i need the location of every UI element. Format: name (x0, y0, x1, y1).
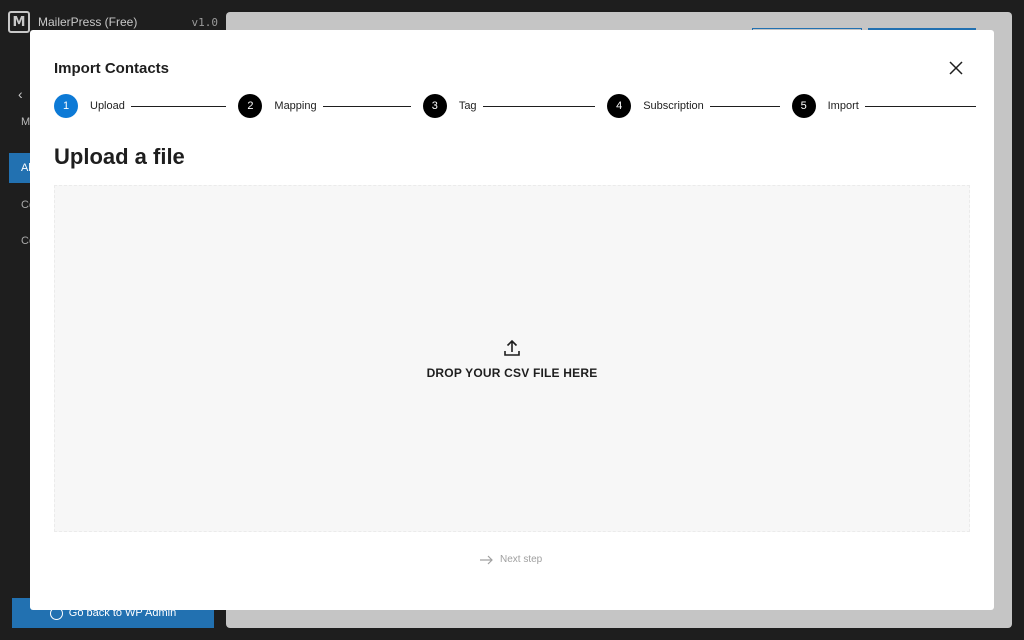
back-chevron-icon[interactable]: ‹ (18, 86, 23, 102)
step-number: 5 (791, 94, 816, 118)
sidebar-heading: M (21, 116, 31, 128)
arrow-right-icon (480, 555, 493, 564)
csv-dropzone[interactable]: DROP YOUR CSV FILE HERE (54, 185, 970, 532)
upload-icon (504, 339, 520, 356)
close-icon[interactable] (946, 58, 966, 78)
section-title: Upload a file (54, 144, 185, 169)
step-number: 2 (238, 94, 263, 118)
import-contacts-modal: Import Contacts 1 Upload 2 Mapping 3 Tag… (30, 30, 994, 610)
step-mapping[interactable]: 2 Mapping (238, 94, 422, 118)
step-upload[interactable]: 1 Upload (54, 94, 238, 118)
step-connector (482, 105, 596, 107)
next-step-label: Next step (500, 554, 543, 565)
app-version: v1.0 (191, 15, 219, 29)
step-label: Mapping (274, 100, 317, 112)
step-number: 3 (422, 94, 447, 118)
step-connector (864, 105, 977, 107)
step-label: Tag (458, 100, 477, 112)
step-number: 1 (54, 94, 78, 118)
next-step-button[interactable]: Next step (480, 554, 542, 565)
step-connector (130, 105, 227, 107)
mailerpress-logo-icon: M (8, 11, 30, 33)
import-stepper: 1 Upload 2 Mapping 3 Tag 4 Subscription … (54, 94, 977, 118)
step-label: Import (827, 100, 859, 112)
step-connector (709, 105, 780, 107)
step-connector (322, 105, 411, 107)
app-name: MailerPress (Free) (38, 15, 138, 29)
step-tag[interactable]: 3 Tag (422, 94, 607, 118)
step-label: Upload (90, 100, 125, 112)
dropzone-text: DROP YOUR CSV FILE HERE (426, 365, 598, 380)
step-subscription[interactable]: 4 Subscription (607, 94, 791, 118)
step-label: Subscription (643, 100, 704, 112)
step-number: 4 (607, 94, 632, 118)
step-import[interactable]: 5 Import (791, 94, 977, 118)
modal-title: Import Contacts (54, 60, 170, 77)
